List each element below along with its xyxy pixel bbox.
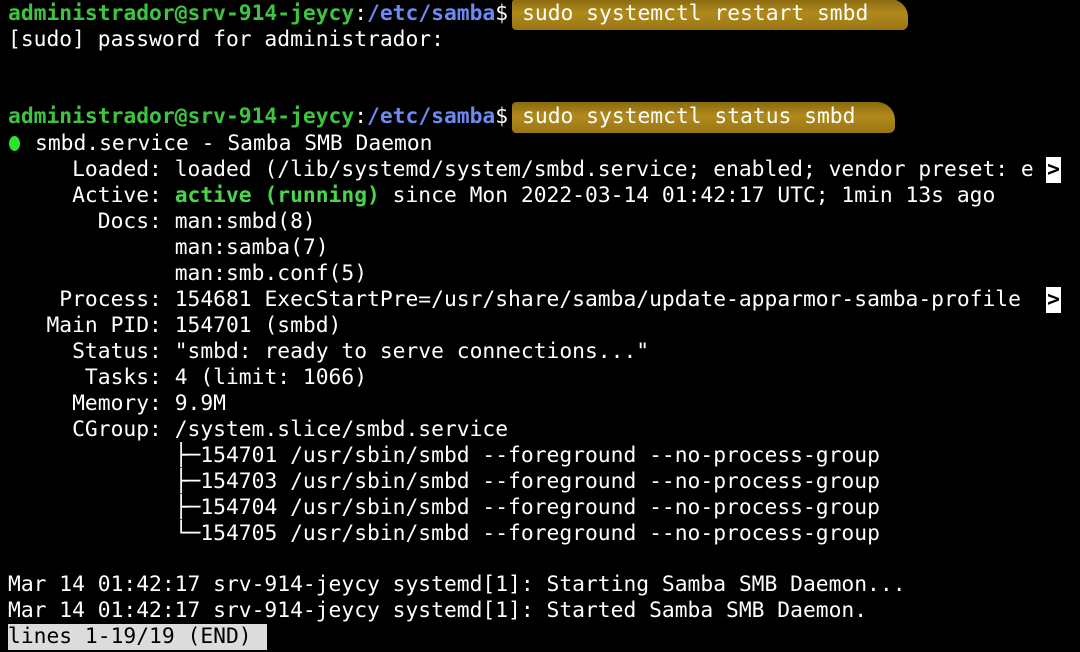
loaded-line: Loaded: loaded (/lib/systemd/system/smbd… [8, 157, 1034, 183]
journal-entry: Mar 14 01:42:17 srv-914-jeycy systemd[1]… [8, 598, 868, 623]
memory-key: Memory: [8, 391, 175, 416]
process-line: Process: 154681 ExecStartPre=/usr/share/… [8, 287, 1034, 313]
prompt-symbol: $ [495, 104, 509, 129]
docs-line: Docs: man:smbd(8) [8, 209, 316, 235]
sudo-password-prompt: [sudo] password for administrador: [8, 27, 444, 52]
tasks-key: Tasks: [8, 365, 175, 390]
docs-item: man:smbd(8) [174, 209, 316, 234]
restart-command-highlighted: sudo systemctl restart smbd [512, 0, 909, 30]
cgroup-key: CGroup: [8, 417, 175, 442]
docs-line: man:samba(7) [8, 235, 329, 261]
cgroup-process-row: ├─154704 /usr/sbin/smbd --foreground --n… [8, 495, 880, 521]
main-pid-key: Main PID: [8, 313, 175, 338]
tasks-value: 4 (limit: 1066) [174, 365, 368, 390]
status-command-highlighted: sudo systemctl status smbd [512, 102, 896, 133]
prompt-line-2: administrador@srv-914-jeycy:/etc/samba$ s… [8, 102, 896, 133]
service-header: smbd.service - Samba SMB Daemon [8, 131, 432, 157]
loaded-value: loaded (/lib/systemd/system/smbd.service… [174, 157, 1034, 182]
pager-status-bar: lines 1-19/19 (END) [8, 624, 267, 650]
memory-value: 9.9M [174, 391, 226, 416]
cgroup-process-row: ├─154701 /usr/sbin/smbd --foreground --n… [8, 443, 880, 469]
truncation-marker-icon: > [1046, 287, 1061, 313]
main-pid-value: 154701 (smbd) [174, 313, 342, 338]
prompt-user: administrador@srv-914-jeycy [8, 1, 355, 26]
prompt-path: /etc/samba [367, 1, 496, 26]
prompt-user: administrador@srv-914-jeycy [8, 104, 355, 129]
cgroup-process-row: ├─154703 /usr/sbin/smbd --foreground --n… [8, 469, 880, 495]
prompt-symbol: $ [495, 1, 509, 26]
cgroup-line: CGroup: /system.slice/smbd.service [8, 417, 508, 443]
active-since: since Mon 2022-03-14 01:42:17 UTC; 1min … [379, 183, 996, 208]
status-value: "smbd: ready to serve connections..." [174, 339, 650, 364]
cgroup-value: /system.slice/smbd.service [174, 417, 509, 442]
service-title: smbd.service - Samba SMB Daemon [35, 131, 433, 156]
active-key: Active: [8, 183, 175, 208]
docs-line: man:smb.conf(5) [8, 261, 367, 287]
loaded-key: Loaded: [8, 157, 175, 182]
journal-entry: Mar 14 01:42:17 srv-914-jeycy systemd[1]… [8, 572, 906, 597]
truncation-marker-icon: > [1046, 157, 1061, 183]
cgroup-process: ├─154703 /usr/sbin/smbd --foreground --n… [174, 469, 880, 494]
active-line: Active: active (running) since Mon 2022-… [8, 183, 995, 209]
prompt-line-1: administrador@srv-914-jeycy:/etc/samba$ s… [8, 0, 909, 30]
docs-item: man:samba(7) [174, 235, 329, 260]
cgroup-process: ├─154704 /usr/sbin/smbd --foreground --n… [174, 495, 880, 520]
process-key: Process: [8, 287, 175, 312]
cgroup-process: └─154705 /usr/sbin/smbd --foreground --n… [174, 521, 880, 546]
prompt-separator: : [354, 104, 368, 129]
tasks-line: Tasks: 4 (limit: 1066) [8, 365, 367, 391]
prompt-path: /etc/samba [367, 104, 496, 129]
prompt-separator: : [354, 1, 368, 26]
memory-line: Memory: 9.9M [8, 391, 226, 417]
terminal-window[interactable]: administrador@srv-914-jeycy:/etc/samba$ s… [0, 0, 1080, 652]
status-key: Status: [8, 339, 175, 364]
active-state: active (running) [174, 183, 380, 208]
cgroup-process: ├─154701 /usr/sbin/smbd --foreground --n… [174, 443, 880, 468]
process-value: 154681 ExecStartPre=/usr/share/samba/upd… [174, 287, 1034, 312]
docs-item: man:smb.conf(5) [174, 261, 368, 286]
cgroup-process-row: └─154705 /usr/sbin/smbd --foreground --n… [8, 521, 880, 547]
status-line: Status: "smbd: ready to serve connection… [8, 339, 649, 365]
main-pid-line: Main PID: 154701 (smbd) [8, 313, 341, 339]
docs-key: Docs: [8, 209, 175, 234]
service-active-dot-icon [9, 136, 20, 151]
